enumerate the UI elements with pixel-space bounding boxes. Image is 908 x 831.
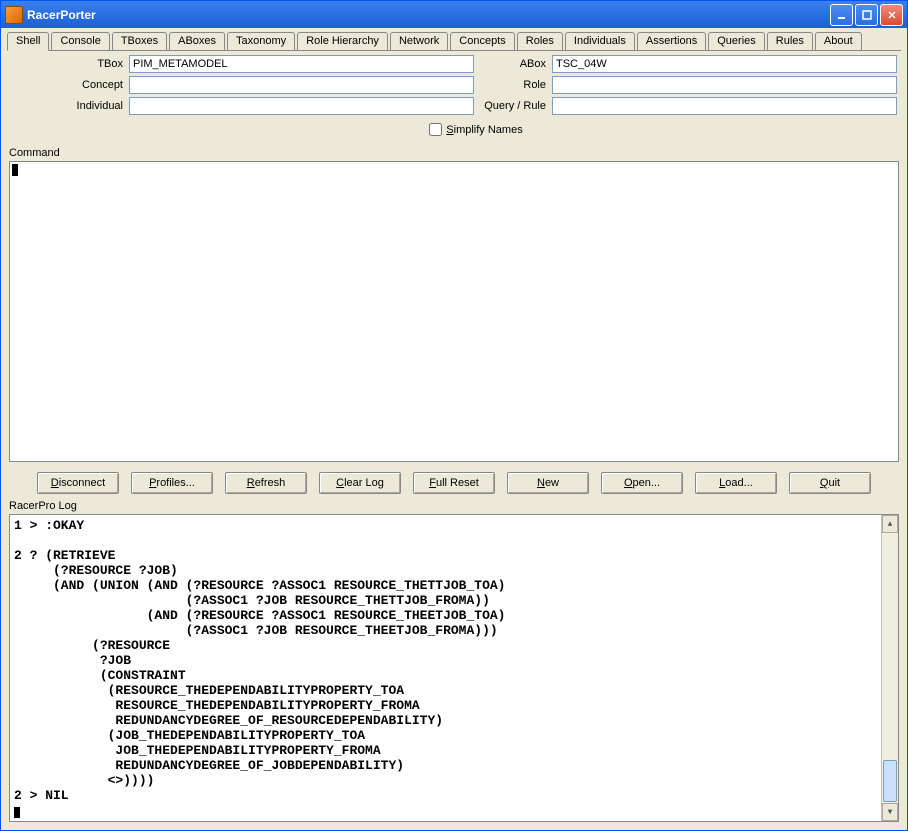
tab-about[interactable]: About: [815, 32, 862, 50]
tab-assertions[interactable]: Assertions: [637, 32, 706, 50]
fullreset-button[interactable]: Full Reset: [413, 472, 495, 494]
close-icon: [887, 10, 897, 20]
simplify-label[interactable]: Simplify Names: [446, 124, 522, 136]
clearlog-button[interactable]: Clear Log: [319, 472, 401, 494]
quit-button[interactable]: Quit: [789, 472, 871, 494]
app-icon: [5, 6, 23, 24]
queryrule-label: Query / Rule: [474, 100, 552, 112]
command-label: Command: [1, 147, 907, 161]
app-window: RacerPorter ShellConsoleTBoxesABoxesTaxo…: [0, 0, 908, 831]
tab-individuals[interactable]: Individuals: [565, 32, 635, 50]
tab-roles[interactable]: Roles: [517, 32, 563, 50]
minimize-icon: [837, 10, 847, 20]
log-content[interactable]: 1 > :OKAY 2 ? (RETRIEVE (?RESOURCE ?JOB)…: [10, 515, 881, 821]
tab-network[interactable]: Network: [390, 32, 448, 50]
text-cursor: [14, 807, 20, 818]
close-button[interactable]: [880, 4, 903, 26]
new-button[interactable]: New: [507, 472, 589, 494]
profiles-button[interactable]: Profiles...: [131, 472, 213, 494]
tab-shell[interactable]: Shell: [7, 32, 49, 51]
tbox-input[interactable]: [129, 55, 474, 73]
tab-taxonomy[interactable]: Taxonomy: [227, 32, 295, 50]
scroll-down-button[interactable]: ▼: [882, 803, 898, 821]
individual-label: Individual: [51, 100, 129, 112]
open-button[interactable]: Open...: [601, 472, 683, 494]
tbox-label: TBox: [51, 58, 129, 70]
tab-tboxes[interactable]: TBoxes: [112, 32, 167, 50]
role-label: Role: [474, 79, 552, 91]
titlebar: RacerPorter: [1, 1, 907, 28]
log-area: 1 > :OKAY 2 ? (RETRIEVE (?RESOURCE ?JOB)…: [9, 514, 899, 822]
concept-label: Concept: [51, 79, 129, 91]
tab-role-hierarchy[interactable]: Role Hierarchy: [297, 32, 388, 50]
tab-queries[interactable]: Queries: [708, 32, 765, 50]
tab-rules[interactable]: Rules: [767, 32, 813, 50]
role-input[interactable]: [552, 76, 897, 94]
individual-input[interactable]: [129, 97, 474, 115]
maximize-button[interactable]: [855, 4, 878, 26]
scroll-thumb[interactable]: [883, 760, 897, 802]
command-textarea[interactable]: [9, 161, 899, 462]
simplify-checkbox[interactable]: [429, 123, 442, 136]
maximize-icon: [862, 10, 872, 20]
concept-input[interactable]: [129, 76, 474, 94]
disconnect-button[interactable]: Disconnect: [37, 472, 119, 494]
form-area: TBox ABox Concept Role Individual: [1, 51, 907, 147]
tab-concepts[interactable]: Concepts: [450, 32, 514, 50]
tab-aboxes[interactable]: ABoxes: [169, 32, 225, 50]
minimize-button[interactable]: [830, 4, 853, 26]
button-row: Disconnect Profiles... Refresh Clear Log…: [1, 466, 907, 500]
log-scrollbar[interactable]: ▲ ▼: [881, 515, 898, 821]
abox-input[interactable]: [552, 55, 897, 73]
text-cursor: [12, 164, 18, 176]
log-label: RacerPro Log: [1, 500, 907, 514]
abox-label: ABox: [474, 58, 552, 70]
scroll-up-button[interactable]: ▲: [882, 515, 898, 533]
queryrule-input[interactable]: [552, 97, 897, 115]
load-button[interactable]: Load...: [695, 472, 777, 494]
window-controls: [830, 4, 903, 26]
refresh-button[interactable]: Refresh: [225, 472, 307, 494]
scroll-track[interactable]: [882, 533, 898, 803]
window-title: RacerPorter: [27, 8, 830, 22]
tab-bar: ShellConsoleTBoxesABoxesTaxonomyRole Hie…: [1, 28, 907, 50]
tab-console[interactable]: Console: [51, 32, 109, 50]
